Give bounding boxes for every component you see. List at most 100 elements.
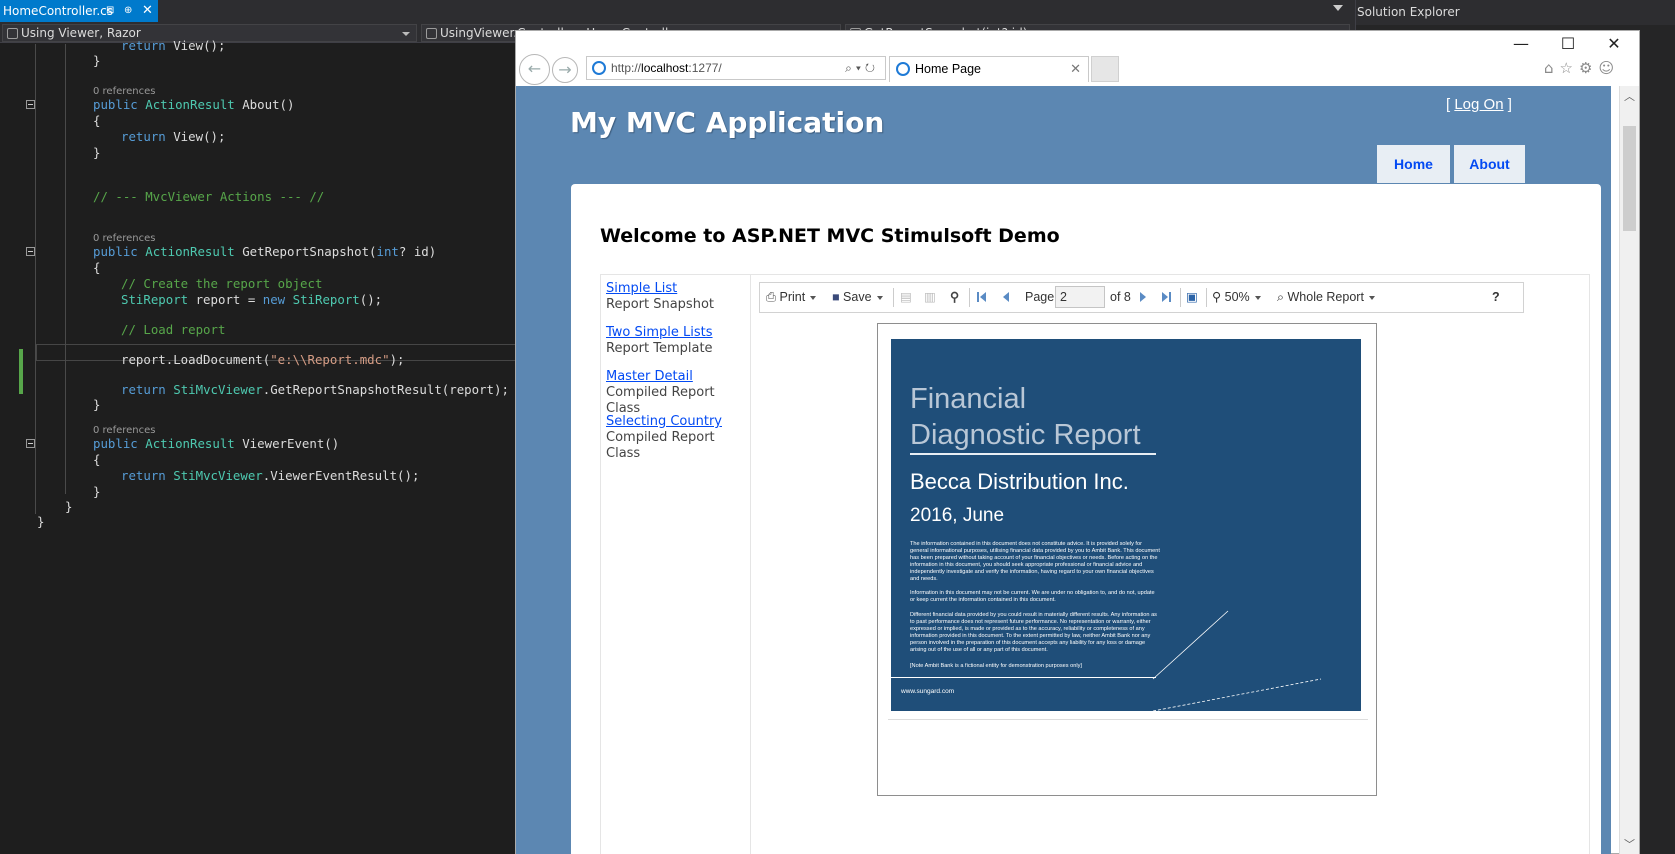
sample-link[interactable]: Selecting Country bbox=[606, 414, 750, 430]
save-button[interactable]: ■ Save bbox=[832, 283, 883, 312]
parameters-icon[interactable]: ▥ bbox=[924, 283, 936, 312]
code-line: { bbox=[93, 113, 101, 128]
find-icon[interactable]: ⚲ bbox=[950, 283, 959, 312]
indent-guide bbox=[35, 44, 36, 514]
browser-tab-home[interactable]: Home Page ✕ bbox=[889, 56, 1089, 82]
help-button[interactable]: ? bbox=[1492, 283, 1500, 312]
address-bar[interactable]: http://localhost:1277/ ⌕▾↻ bbox=[586, 56, 886, 80]
code-comment: // Create the report object bbox=[121, 276, 323, 291]
class-icon bbox=[426, 28, 437, 39]
url-prefix: http:// bbox=[611, 61, 642, 75]
pin-icon[interactable]: ⊟ bbox=[106, 0, 114, 22]
chevron-down-icon[interactable]: ▾ bbox=[856, 61, 865, 75]
web-page: [ Log On ] My MVC Application Home About… bbox=[516, 86, 1611, 854]
page-title: My MVC Application bbox=[570, 106, 885, 139]
view-mode-label: Whole Report bbox=[1287, 290, 1364, 304]
code-line: } bbox=[93, 145, 101, 160]
code-line: return StiMvcViewer.ViewerEventResult(); bbox=[121, 468, 420, 483]
collapse-icon[interactable] bbox=[26, 247, 35, 256]
page-footer-line bbox=[888, 719, 1368, 720]
sample-desc: Report Snapshot bbox=[606, 297, 714, 312]
code-lens-references[interactable]: 0 references bbox=[93, 233, 156, 244]
home-icon[interactable]: ⌂ bbox=[1544, 59, 1560, 77]
code-line: report.LoadDocument("e:\\Report.mdc"); bbox=[121, 352, 405, 367]
scroll-up-icon[interactable]: ︿ bbox=[1624, 88, 1635, 104]
full-screen-icon[interactable]: ▣ bbox=[1186, 283, 1198, 312]
zoom-button[interactable]: ⚲ 50% bbox=[1212, 283, 1261, 312]
sample-desc: Report Template bbox=[606, 341, 713, 356]
list-item: Simple List Report Snapshot bbox=[606, 281, 714, 313]
sample-link[interactable]: Two Simple Lists bbox=[606, 325, 713, 341]
url-path: :1277/ bbox=[688, 61, 722, 75]
decorative-lines bbox=[1152, 610, 1322, 711]
close-icon[interactable]: ✕ bbox=[142, 0, 153, 22]
close-tab-icon[interactable]: ✕ bbox=[1070, 57, 1081, 81]
code-line: return View(); bbox=[121, 38, 226, 53]
gear-icon[interactable]: ⚙ bbox=[1579, 59, 1598, 77]
ie-icon bbox=[592, 61, 606, 75]
sample-link[interactable]: Master Detail bbox=[606, 369, 750, 385]
star-icon[interactable]: ☆ bbox=[1560, 59, 1579, 77]
solution-explorer-label: Solution Explorer bbox=[1357, 5, 1460, 19]
project-icon bbox=[7, 28, 18, 39]
print-label: Print bbox=[779, 290, 806, 304]
list-item: Selecting Country Compiled Report Class bbox=[606, 414, 750, 462]
menu-home[interactable]: Home bbox=[1377, 145, 1450, 183]
code-line: } bbox=[93, 53, 101, 68]
code-line: { bbox=[93, 452, 101, 467]
forward-button[interactable]: → bbox=[552, 57, 578, 83]
tab-homecontroller[interactable]: HomeController.cs ⊟ ⊕ ✕ bbox=[0, 0, 158, 22]
keep-open-icon[interactable]: ⊕ bbox=[124, 0, 132, 22]
code-editor[interactable]: return View(); } 0 references public Act… bbox=[0, 38, 520, 854]
list-item: Master Detail Compiled Report Class bbox=[606, 369, 750, 417]
floppy-icon: ■ bbox=[832, 290, 840, 304]
refresh-icon[interactable]: ↻ bbox=[865, 61, 879, 75]
welcome-heading: Welcome to ASP.NET MVC Stimulsoft Demo bbox=[600, 225, 1060, 247]
page-number-input[interactable]: 2 bbox=[1055, 286, 1105, 308]
code-comment: // Load report bbox=[121, 322, 226, 337]
solution-explorer-title: Solution Explorer bbox=[1356, 0, 1675, 25]
page-scrollbar[interactable]: ︿ ﹀ bbox=[1619, 86, 1639, 854]
printer-icon: ⎙ bbox=[766, 290, 777, 304]
ie-icon bbox=[896, 62, 910, 76]
menu-about[interactable]: About bbox=[1454, 145, 1525, 183]
code-lens-references[interactable]: 0 references bbox=[93, 86, 156, 97]
back-button[interactable]: ← bbox=[519, 54, 550, 85]
tab-label: HomeController.cs bbox=[3, 4, 114, 18]
page-count: of 8 bbox=[1110, 290, 1131, 304]
scrollbar-thumb[interactable] bbox=[1623, 126, 1636, 231]
zoom-label: 50% bbox=[1224, 290, 1250, 304]
report-page: Financial Diagnostic Report Becca Distri… bbox=[877, 323, 1377, 796]
collapse-icon[interactable] bbox=[26, 100, 35, 109]
list-item: Two Simple Lists Report Template bbox=[606, 325, 713, 357]
new-tab-button[interactable] bbox=[1091, 56, 1119, 82]
logon-link[interactable]: Log On bbox=[1454, 96, 1503, 113]
code-lens-references[interactable]: 0 references bbox=[93, 425, 156, 436]
minimize-button[interactable]: — bbox=[1498, 31, 1544, 61]
arrow-right-icon: → bbox=[558, 60, 572, 79]
maximize-button[interactable]: ☐ bbox=[1545, 31, 1591, 61]
scroll-down-icon[interactable]: ﹀ bbox=[1624, 836, 1635, 852]
changed-lines-marker bbox=[19, 349, 23, 394]
collapse-icon[interactable] bbox=[26, 439, 35, 448]
browser-tab-label: Home Page bbox=[915, 62, 982, 76]
sample-link[interactable]: Simple List bbox=[606, 281, 714, 297]
code-line: } bbox=[37, 514, 45, 529]
address-tools[interactable]: ⌕▾↻ bbox=[845, 57, 879, 79]
code-line: } bbox=[93, 397, 101, 412]
code-line: } bbox=[65, 499, 73, 514]
code-line: return StiMvcViewer.GetReportSnapshotRes… bbox=[121, 382, 509, 397]
bookmarks-icon[interactable]: ▤ bbox=[900, 283, 912, 312]
tab-list-dropdown-icon[interactable] bbox=[1333, 5, 1343, 11]
code-line: public ActionResult GetReportSnapshot(in… bbox=[93, 244, 437, 259]
code-line: public ActionResult ViewerEvent() bbox=[93, 436, 340, 451]
editor-tab-bar: HomeController.cs ⊟ ⊕ ✕ bbox=[0, 0, 1355, 22]
search-icon[interactable]: ⌕ bbox=[845, 61, 856, 75]
browser-toolbar-icons: ⌂☆⚙☺ bbox=[1544, 59, 1639, 79]
sample-desc: Compiled Report Class bbox=[606, 430, 715, 461]
print-button[interactable]: ⎙ Print bbox=[766, 283, 817, 312]
magnifier-icon: ⚲ bbox=[1212, 290, 1222, 304]
smiley-icon[interactable]: ☺ bbox=[1598, 59, 1620, 77]
view-mode-button[interactable]: ⌕ Whole Report bbox=[1277, 283, 1375, 312]
close-button[interactable]: ✕ bbox=[1591, 31, 1637, 61]
